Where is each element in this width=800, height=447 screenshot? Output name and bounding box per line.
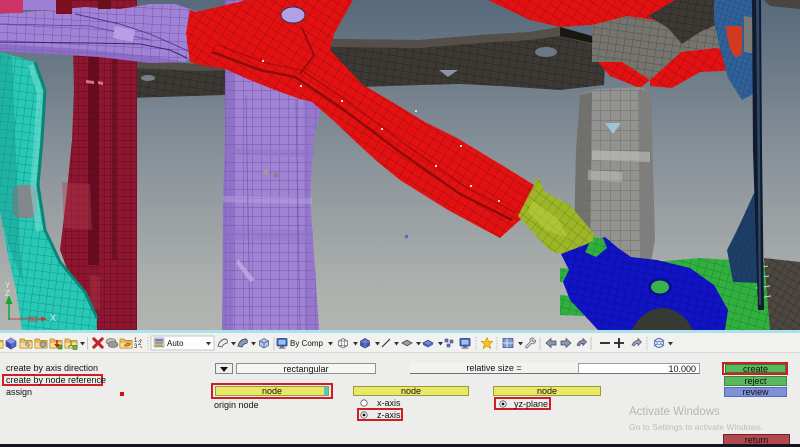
- svg-text:By Comp: By Comp: [290, 339, 323, 348]
- svg-text:X: X: [50, 313, 56, 323]
- svg-text:Auto: Auto: [167, 339, 184, 348]
- svg-text:Z: Z: [5, 289, 10, 298]
